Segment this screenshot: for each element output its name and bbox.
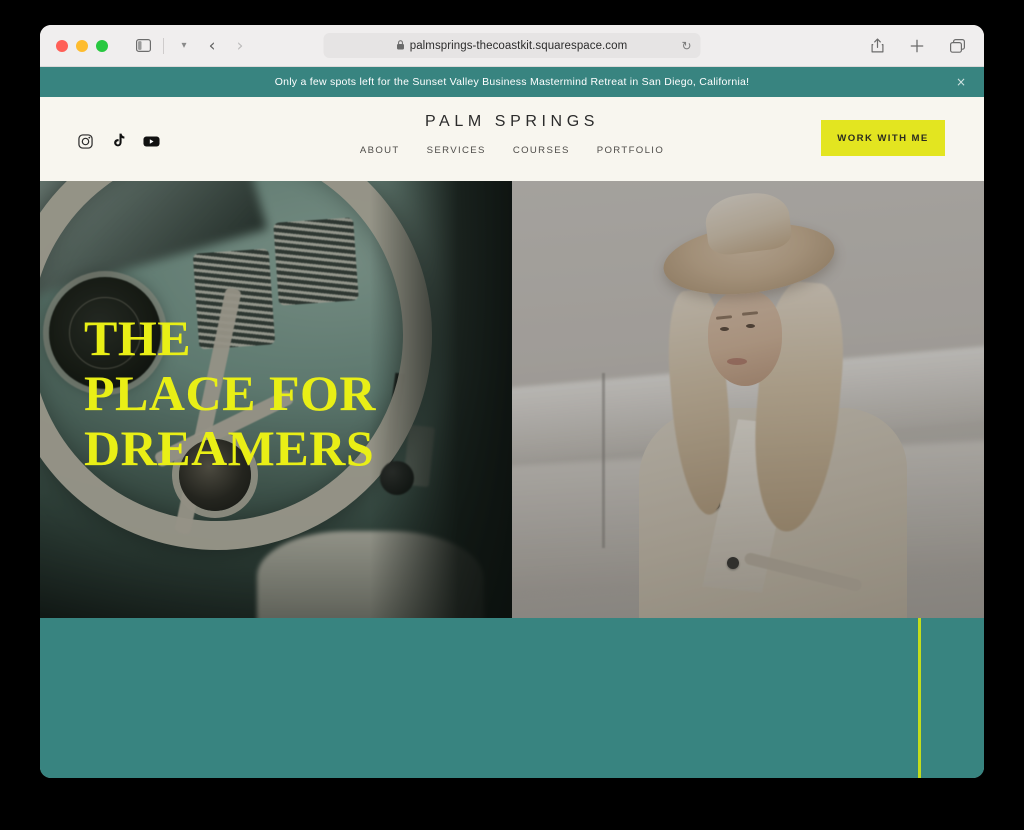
back-button[interactable]: ‹ bbox=[199, 33, 225, 59]
cta-label: WORK WITH ME bbox=[837, 132, 929, 144]
hero-right-overlay bbox=[512, 181, 984, 618]
minimize-window-button[interactable] bbox=[76, 39, 88, 52]
teal-section bbox=[40, 618, 984, 778]
work-with-me-button[interactable]: WORK WITH ME bbox=[821, 120, 945, 156]
lock-icon bbox=[397, 39, 405, 52]
reload-icon[interactable]: ↻ bbox=[681, 39, 691, 53]
chevron-down-icon[interactable]: ▾ bbox=[171, 33, 197, 59]
accent-divider-line bbox=[918, 618, 921, 778]
close-icon[interactable]: × bbox=[956, 76, 966, 88]
hero-image-woman bbox=[512, 181, 984, 618]
nav-item-services[interactable]: SERVICES bbox=[427, 145, 486, 156]
forward-button[interactable]: › bbox=[227, 33, 253, 59]
screenshot-stage: ▾ ‹ › palmsprings-thecoastkit.squarespac… bbox=[0, 0, 1024, 830]
address-bar[interactable]: palmsprings-thecoastkit.squarespace.com … bbox=[323, 33, 701, 58]
toolbar-actions bbox=[864, 33, 970, 59]
nav-item-courses[interactable]: COURSES bbox=[513, 145, 570, 156]
nav-item-about[interactable]: ABOUT bbox=[360, 145, 400, 156]
site-header: PALM SPRINGS ABOUT SERVICES COURSES PORT… bbox=[40, 97, 984, 181]
plus-icon[interactable] bbox=[904, 33, 930, 59]
hero-section: THE PLACE FOR DREAMERS bbox=[40, 181, 984, 618]
window-controls bbox=[56, 39, 108, 52]
tabs-overview-icon[interactable] bbox=[944, 33, 970, 59]
url-text: palmsprings-thecoastkit.squarespace.com bbox=[409, 39, 628, 52]
share-icon[interactable] bbox=[864, 33, 890, 59]
toolbar-nav-group: ▾ ‹ › bbox=[130, 33, 253, 59]
nav-item-portfolio[interactable]: PORTFOLIO bbox=[597, 145, 664, 156]
maximize-window-button[interactable] bbox=[96, 39, 108, 52]
browser-toolbar: ▾ ‹ › palmsprings-thecoastkit.squarespac… bbox=[40, 25, 984, 67]
hero-headline: THE PLACE FOR DREAMERS bbox=[84, 310, 376, 476]
announcement-text: Only a few spots left for the Sunset Val… bbox=[274, 76, 750, 88]
announcement-bar: Only a few spots left for the Sunset Val… bbox=[40, 67, 984, 97]
toolbar-divider bbox=[163, 37, 164, 54]
browser-window: ▾ ‹ › palmsprings-thecoastkit.squarespac… bbox=[40, 25, 984, 778]
page-viewport: Only a few spots left for the Sunset Val… bbox=[40, 67, 984, 778]
sidebar-icon[interactable] bbox=[130, 33, 156, 59]
close-window-button[interactable] bbox=[56, 39, 68, 52]
